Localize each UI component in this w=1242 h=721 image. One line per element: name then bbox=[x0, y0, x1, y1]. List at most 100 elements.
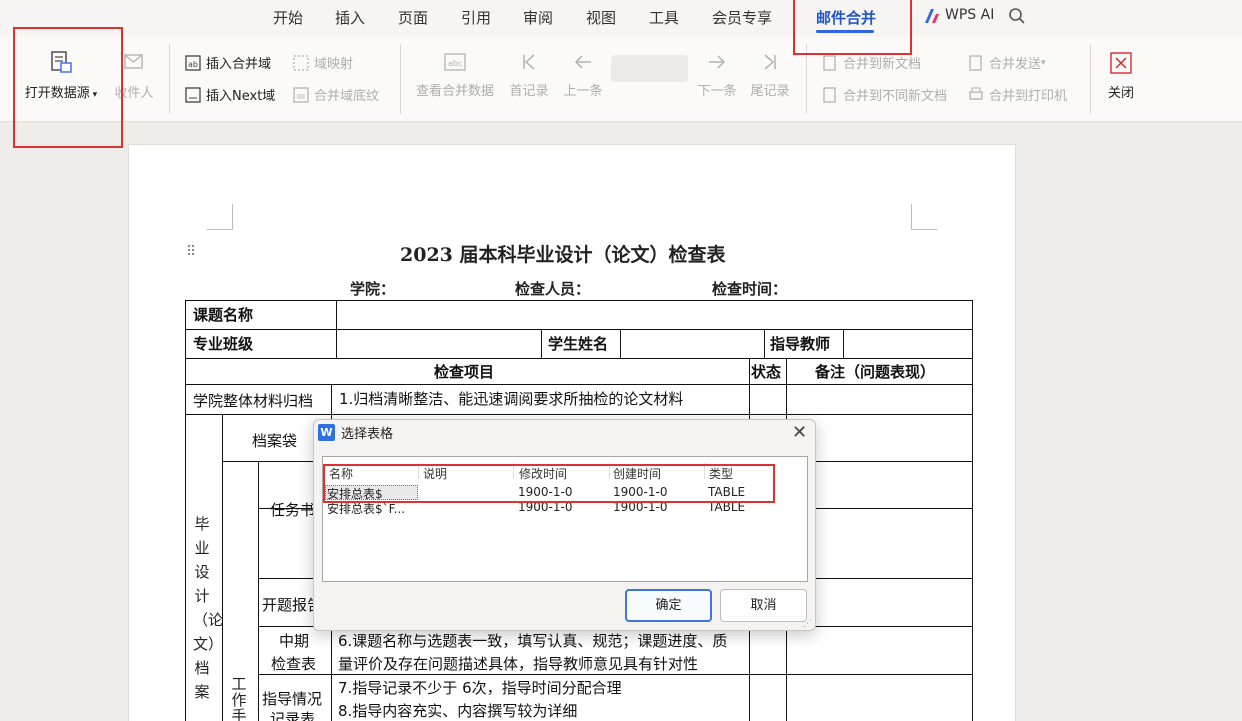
advisor-label: 指导教师 bbox=[770, 335, 831, 353]
menu-bar: 开始 插入 页面 引用 审阅 视图 工具 会员专享 邮件合并 WPS AI bbox=[0, 0, 1242, 36]
wps-ai-logo-icon bbox=[925, 9, 939, 23]
cancel-button[interactable]: 取消 bbox=[720, 589, 807, 622]
check-time-label: 检查时间： bbox=[712, 280, 788, 298]
guidance-label-1: 指导情况 bbox=[262, 690, 323, 708]
last-record-icon bbox=[764, 54, 776, 70]
last-record-button[interactable]: 尾记录 bbox=[748, 52, 792, 99]
college-archive-item: 1.归档清晰整洁、能迅速调阅要求所抽检的论文材料 bbox=[339, 390, 684, 408]
svg-text:abc: abc bbox=[448, 59, 462, 68]
merge-send-label: 合并发送 bbox=[989, 57, 1042, 72]
send-icon bbox=[969, 54, 982, 71]
envelope-icon bbox=[124, 54, 143, 69]
view-merge-data-label: 查看合并数据 bbox=[415, 84, 494, 99]
close-label: 关闭 bbox=[1107, 86, 1134, 101]
major-class-label: 专业班级 bbox=[193, 335, 254, 353]
topic-label: 课题名称 bbox=[193, 306, 254, 324]
merge-to-new-doc-label: 合并到新文档 bbox=[843, 57, 922, 72]
next-record-label: 下一条 bbox=[697, 84, 737, 99]
insert-next-field-button[interactable]: 插入Next域 bbox=[185, 85, 275, 104]
proposal-label: 开题报告 bbox=[262, 596, 314, 614]
remarks-header: 备注（问题表现） bbox=[815, 363, 936, 381]
field-mapping-icon bbox=[293, 54, 309, 71]
guidance-item-7: 7.指导记录不少于 6次，指导时间分配合理 bbox=[338, 679, 622, 697]
merge-to-printer-button[interactable]: 合并到打印机 bbox=[968, 85, 1067, 104]
page-margin-mark bbox=[911, 204, 937, 230]
guidance-label-2: 记录表 bbox=[270, 710, 316, 721]
insert-next-field-label: 插入Next域 bbox=[206, 89, 276, 104]
midterm-label-1: 中期 bbox=[279, 632, 310, 650]
archive-bag-label: 档案袋 bbox=[252, 432, 298, 450]
merge-field-icon: ab bbox=[185, 54, 201, 71]
ok-button[interactable]: 确定 bbox=[625, 589, 712, 622]
merge-send-button[interactable]: 合并发送 ▾ bbox=[968, 53, 1046, 72]
view-merge-data-button[interactable]: abc 查看合并数据 bbox=[413, 52, 497, 99]
tab-insert[interactable]: 插入 bbox=[335, 7, 365, 28]
search-icon[interactable] bbox=[1008, 7, 1026, 25]
close-icon[interactable]: ✕ bbox=[792, 422, 807, 443]
annotation-box-mail-merge bbox=[793, 0, 912, 55]
ribbon-toolbar: 打开数据源 ▾ 收件人 ab 插入合并域 域映射 插入Next域 合并域底纹 a… bbox=[0, 36, 1242, 122]
field-mapping-label: 域映射 bbox=[314, 57, 354, 72]
shading-icon bbox=[293, 86, 309, 103]
view-data-icon: abc bbox=[444, 53, 466, 71]
new-doc-icon bbox=[823, 54, 836, 71]
merge-to-printer-label: 合并到打印机 bbox=[989, 89, 1068, 104]
prev-record-button[interactable]: 上一条 bbox=[561, 52, 605, 99]
arrow-left-icon bbox=[574, 55, 591, 69]
field-mapping-button[interactable]: 域映射 bbox=[293, 53, 353, 72]
table-move-handle-icon[interactable]: ⠿ bbox=[186, 244, 196, 260]
tab-wps-ai[interactable]: WPS AI bbox=[945, 7, 994, 23]
midterm-label-2: 检查表 bbox=[271, 655, 317, 673]
dialog-title: 选择表格 bbox=[341, 427, 394, 442]
college-label: 学院： bbox=[350, 280, 396, 298]
ribbon-divider bbox=[169, 44, 170, 114]
vertical-main-label: 毕业设计（论文）档案 bbox=[193, 515, 224, 701]
merge-field-shading-button[interactable]: 合并域底纹 bbox=[293, 85, 379, 104]
merge-field-shading-label: 合并域底纹 bbox=[314, 89, 380, 104]
first-record-button[interactable]: 首记录 bbox=[507, 52, 551, 99]
merge-to-diff-docs-button[interactable]: 合并到不同新文档 bbox=[822, 85, 947, 104]
select-table-dialog: W 选择表格 ✕ 名称 说明 修改时间 创建时间 类型 安排总表$ 1900-1… bbox=[313, 419, 816, 631]
next-record-button[interactable]: 下一条 bbox=[695, 52, 739, 99]
page-margin-mark bbox=[207, 204, 233, 230]
task-book-label: 任务书 bbox=[270, 501, 314, 519]
check-items-header: 检查项目 bbox=[434, 363, 495, 381]
ribbon-divider bbox=[400, 44, 401, 114]
college-archive-label: 学院整体材料归档 bbox=[193, 392, 314, 410]
vertical-sub-label: 工作手 bbox=[231, 675, 247, 721]
arrow-right-icon bbox=[709, 55, 726, 69]
diff-docs-icon bbox=[823, 86, 836, 103]
printer-icon bbox=[969, 87, 983, 100]
ribbon-divider bbox=[1090, 44, 1091, 114]
tab-page[interactable]: 页面 bbox=[398, 7, 428, 28]
insert-merge-field-button[interactable]: ab 插入合并域 bbox=[185, 53, 271, 72]
record-number-input[interactable] bbox=[611, 55, 688, 82]
tab-review[interactable]: 审阅 bbox=[523, 7, 553, 28]
resize-grip-icon[interactable]: ⋰ bbox=[803, 619, 812, 629]
wps-writer-icon: W bbox=[318, 424, 335, 441]
guidance-item-8: 8.指导内容充实、内容撰写较为详细 bbox=[338, 702, 578, 720]
tab-references[interactable]: 引用 bbox=[461, 7, 491, 28]
annotation-box-table-row bbox=[323, 464, 775, 503]
document-title: 2023 届本科毕业设计（论文）检查表 bbox=[400, 244, 726, 266]
status-header: 状态 bbox=[751, 363, 782, 381]
tab-member[interactable]: 会员专享 bbox=[712, 7, 772, 28]
insert-merge-field-label: 插入合并域 bbox=[206, 57, 272, 72]
annotation-box-datasource bbox=[13, 27, 123, 148]
close-mail-merge-button[interactable]: 关闭 bbox=[1102, 52, 1140, 101]
next-field-icon bbox=[185, 86, 201, 103]
svg-text:ab: ab bbox=[188, 60, 198, 69]
merge-to-diff-docs-label: 合并到不同新文档 bbox=[843, 89, 948, 104]
last-record-label: 尾记录 bbox=[750, 84, 790, 99]
first-record-label: 首记录 bbox=[509, 84, 549, 99]
tab-view[interactable]: 视图 bbox=[586, 7, 616, 28]
inspector-label: 检查人员： bbox=[515, 280, 591, 298]
first-record-icon bbox=[523, 54, 535, 70]
midterm-item-line1: 6.课题名称与选题表一致，填写认真、规范；课题进度、质 bbox=[338, 632, 728, 650]
merge-to-new-doc-button[interactable]: 合并到新文档 bbox=[822, 53, 921, 72]
student-name-label: 学生姓名 bbox=[548, 335, 609, 353]
prev-record-label: 上一条 bbox=[563, 84, 603, 99]
close-box-icon bbox=[1110, 52, 1132, 74]
tab-start[interactable]: 开始 bbox=[273, 7, 303, 28]
tab-tools[interactable]: 工具 bbox=[649, 7, 679, 28]
